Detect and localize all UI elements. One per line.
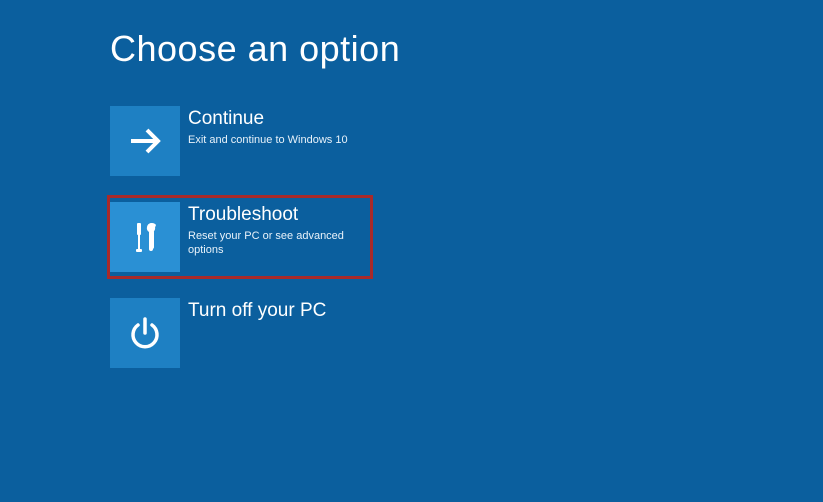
turn-off-option[interactable]: Turn off your PC [110, 294, 370, 372]
troubleshoot-text: Troubleshoot Reset your PC or see advanc… [188, 202, 360, 272]
arrow-right-icon [125, 121, 165, 161]
option-desc: Reset your PC or see advanced options [188, 229, 360, 258]
option-list: Continue Exit and continue to Windows 10 [110, 102, 823, 372]
power-icon [125, 313, 165, 353]
continue-text: Continue Exit and continue to Windows 10 [188, 106, 348, 176]
option-title: Continue [188, 108, 348, 131]
option-title: Troubleshoot [188, 204, 360, 227]
continue-option[interactable]: Continue Exit and continue to Windows 10 [110, 102, 370, 180]
recovery-options-screen: Choose an option Continue [0, 0, 823, 372]
troubleshoot-option[interactable]: Troubleshoot Reset your PC or see advanc… [110, 198, 370, 276]
tools-icon [125, 217, 165, 257]
page-title: Choose an option [110, 28, 823, 70]
option-desc: Exit and continue to Windows 10 [188, 133, 348, 147]
troubleshoot-tile [110, 202, 180, 272]
option-title: Turn off your PC [188, 300, 326, 323]
turn-off-tile [110, 298, 180, 368]
continue-tile [110, 106, 180, 176]
turn-off-text: Turn off your PC [188, 298, 326, 368]
